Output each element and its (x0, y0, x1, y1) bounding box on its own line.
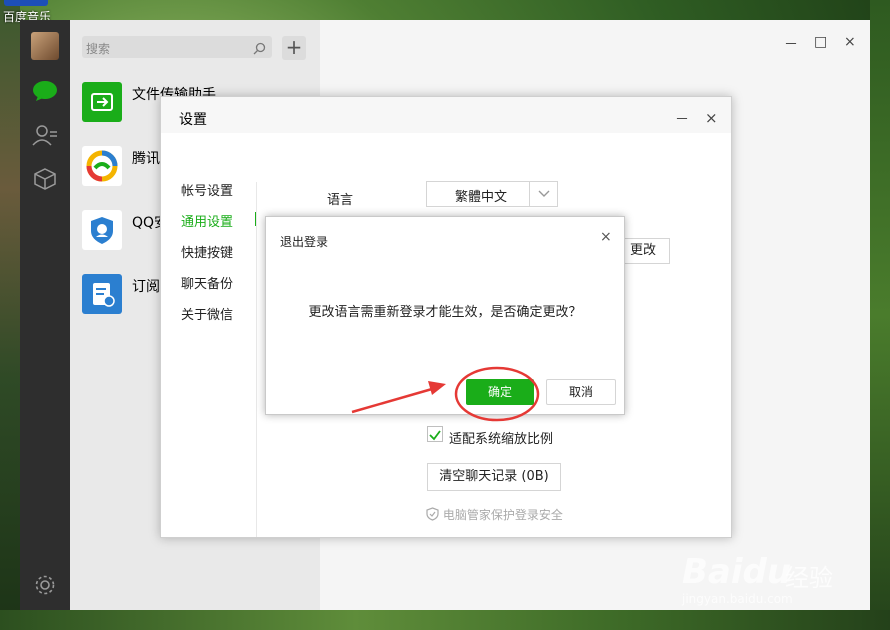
desktop-left-strip (0, 0, 20, 630)
nav-divider (256, 182, 257, 537)
file-transfer-icon (82, 82, 122, 122)
nav-general-settings[interactable]: 通用设置 (181, 211, 233, 230)
avatar[interactable] (31, 32, 59, 60)
desktop-right-strip (870, 0, 890, 630)
add-button[interactable]: + (282, 36, 306, 60)
chevron-down-icon (537, 185, 551, 205)
language-select[interactable]: 繁體中文 (426, 181, 558, 207)
dialog-title: 退出登录 (280, 235, 329, 249)
select-divider (529, 182, 530, 206)
shield-icon (82, 210, 122, 250)
chat-name: 腾讯 (132, 151, 160, 167)
tencent-app-icon (82, 146, 122, 186)
window-close-button[interactable]: × (844, 34, 856, 50)
subscription-icon (82, 274, 122, 314)
guard-text: 电脑管家保护登录安全 (442, 508, 563, 522)
sidebar (20, 20, 70, 610)
contacts-icon[interactable] (32, 122, 58, 148)
search-placeholder: 搜索 (86, 42, 111, 56)
logout-dialog: 退出登录 × 更改语言需重新登录才能生效，是否确定更改？ 确定 取消 (265, 216, 625, 415)
cube-icon[interactable] (32, 166, 58, 192)
checkmark-icon (429, 430, 441, 441)
search-icon (253, 40, 266, 59)
nav-account-settings[interactable]: 帐号设置 (181, 180, 233, 199)
window-minimize-button[interactable]: － (784, 34, 798, 54)
cancel-button[interactable]: 取消 (546, 379, 616, 405)
scale-checkbox-label: 适配系统缩放比例 (449, 432, 554, 447)
settings-header (161, 97, 731, 133)
dialog-message: 更改语言需重新登录才能生效，是否确定更改？ (308, 305, 582, 320)
clear-history-button[interactable]: 清空聊天记录 (0B) (427, 463, 561, 491)
baidu-watermark-logo: Baidu (682, 552, 792, 592)
window-maximize-button[interactable]: □ (814, 34, 827, 50)
language-label: 语言 (327, 193, 354, 208)
nav-about[interactable]: 关于微信 (181, 304, 233, 323)
desktop-bottom-strip (0, 610, 890, 630)
guard-shield-icon (426, 507, 439, 521)
dialog-close-button[interactable]: × (600, 229, 612, 245)
scale-checkbox[interactable] (427, 426, 443, 442)
guard-note: 电脑管家保护登录安全 (426, 506, 563, 523)
settings-minimize-button[interactable]: － (675, 109, 689, 129)
language-value: 繁體中文 (455, 190, 508, 205)
confirm-button[interactable]: 确定 (466, 379, 534, 405)
desktop-app-icon[interactable] (4, 0, 48, 6)
settings-close-button[interactable]: × (705, 109, 718, 127)
baidu-watermark-url: jingyan.baidu.com (682, 592, 793, 606)
settings-gear-icon[interactable] (32, 572, 58, 598)
chat-icon[interactable] (32, 78, 58, 104)
nav-shortcuts[interactable]: 快捷按键 (181, 242, 233, 261)
nav-chat-backup[interactable]: 聊天备份 (181, 273, 233, 292)
chat-name: 订阅 (132, 279, 160, 295)
baidu-watermark-cn: 经验 (785, 564, 833, 592)
search-input[interactable]: 搜索 (82, 36, 272, 58)
settings-title: 设置 (179, 112, 207, 128)
